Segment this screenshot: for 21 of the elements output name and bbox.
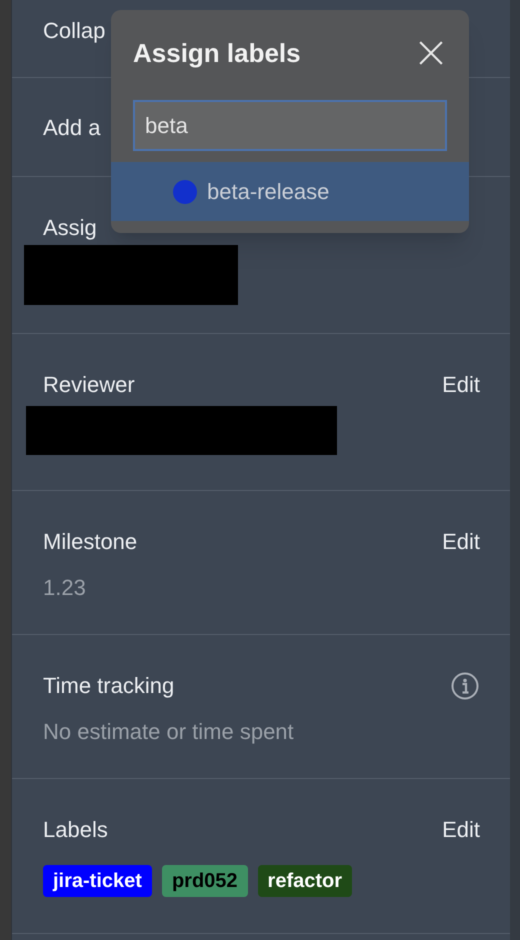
section-title: Milestone <box>43 529 138 555</box>
option-text: beta-release <box>207 178 330 206</box>
label-tag[interactable]: refactor <box>258 865 352 897</box>
section-value: 1.23 <box>43 575 87 601</box>
section-title: Assig <box>43 215 97 241</box>
label-option[interactable]: beta-release <box>111 162 469 221</box>
close-button[interactable] <box>417 39 445 67</box>
label-tag[interactable]: prd052 <box>162 865 248 897</box>
edit-link[interactable]: Edit <box>442 529 480 555</box>
search-field[interactable]: beta <box>133 100 447 151</box>
section-title: Add a <box>43 115 100 141</box>
popup-title: Assign labels <box>133 38 301 68</box>
label-tag[interactable]: jira-ticket <box>43 865 152 897</box>
info-icon[interactable] <box>451 672 479 700</box>
edit-link[interactable]: Edit <box>442 372 480 398</box>
section-title: Reviewer <box>43 372 135 398</box>
section-value: No estimate or time spent <box>43 719 295 745</box>
section-title[interactable]: Collap <box>43 18 106 44</box>
edit-link[interactable]: Edit <box>442 817 480 843</box>
section-title: Time tracking <box>43 673 174 699</box>
section-title: Labels <box>43 817 108 843</box>
